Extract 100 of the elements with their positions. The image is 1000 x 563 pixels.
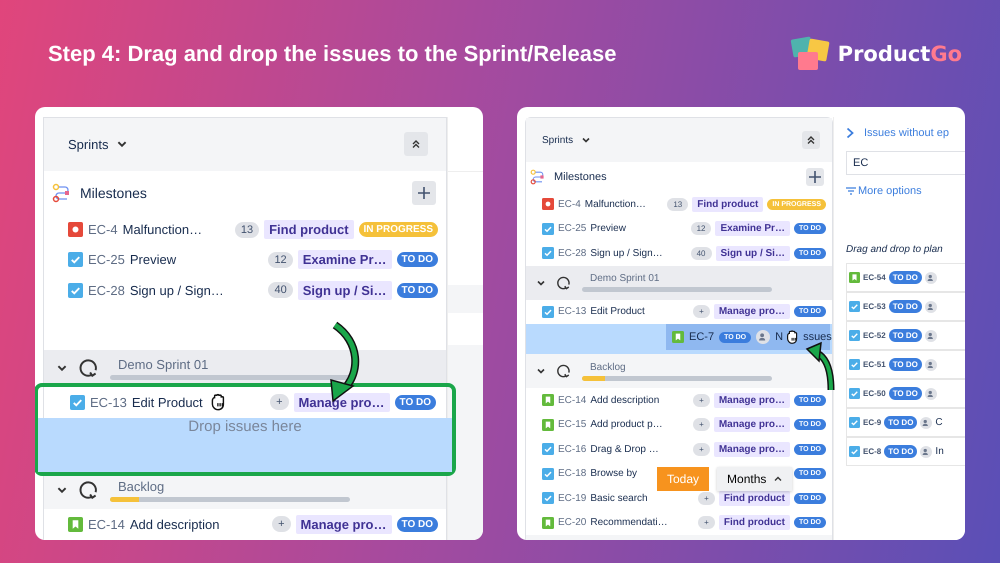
caret-icon (774, 475, 782, 483)
milestones-title: Milestones (80, 184, 148, 201)
issue-key[interactable]: EC-14 (558, 394, 586, 406)
issue-card[interactable]: EC-53 TO DO (846, 292, 965, 321)
issue-title: Add description (590, 394, 660, 406)
count-badge[interactable]: 40 (268, 282, 293, 298)
issue-key: EC-7 (689, 331, 714, 343)
user-icon (924, 272, 937, 284)
status-badge: TO DO (888, 387, 922, 400)
status-badge: TO DO (888, 271, 922, 284)
count-badge[interactable]: 13 (234, 222, 260, 238)
issue-card[interactable]: EC-54 TO DO (846, 263, 965, 292)
zoom-dropdown[interactable]: Months (717, 467, 792, 491)
add-button[interactable]: + (693, 394, 710, 407)
sprints-dropdown[interactable]: Sprints (68, 136, 108, 152)
plus-icon (808, 170, 822, 184)
issue-key[interactable]: EC-16 (558, 444, 586, 455)
bookmark-icon (849, 272, 860, 283)
user-icon (924, 358, 937, 370)
add-button[interactable]: + (270, 394, 289, 410)
checkbox-icon (849, 330, 860, 341)
checkbox-icon (542, 222, 554, 235)
add-button[interactable]: + (693, 442, 710, 456)
issue-key: EC-54 (863, 273, 886, 282)
dropdown-chevron-icon[interactable] (581, 135, 592, 145)
issue-key[interactable]: EC-28 (558, 248, 586, 259)
add-button[interactable]: + (693, 305, 710, 318)
cycle-icon (78, 357, 100, 380)
status-badge: IN PROGRESS (358, 222, 438, 238)
bookmark-icon (542, 516, 554, 529)
user-icon (924, 300, 937, 312)
expand-chevron-icon[interactable] (536, 366, 546, 376)
filter-icon[interactable] (846, 187, 856, 195)
more-options-link[interactable]: More options (858, 185, 922, 197)
count-badge[interactable]: 40 (690, 246, 712, 260)
add-button[interactable]: + (698, 516, 715, 530)
checkbox-icon (542, 247, 554, 260)
issue-card[interactable]: EC-52 TO DO (846, 321, 965, 350)
bug-icon (542, 198, 554, 210)
bug-icon (68, 222, 83, 238)
issue-key[interactable]: EC-15 (558, 419, 586, 430)
add-button[interactable] (806, 168, 824, 186)
issue-key: EC-8 (863, 447, 882, 456)
cycle-icon (556, 363, 572, 379)
search-field[interactable]: EC (846, 151, 965, 175)
issue-card[interactable]: EC-9 TO DO C (846, 408, 965, 437)
add-button[interactable]: + (272, 516, 291, 532)
add-button[interactable]: + (693, 418, 710, 432)
bookmark-icon (542, 418, 554, 431)
status-badge: TO DO (396, 282, 438, 298)
sprints-dropdown[interactable]: Sprints (542, 134, 574, 146)
milestones-icon (52, 182, 72, 203)
issue-key[interactable]: EC-20 (558, 517, 586, 528)
count-badge[interactable]: 12 (268, 252, 293, 268)
epic-tag: Manage pro… (714, 304, 790, 320)
epic-tag: Find product (264, 220, 354, 240)
issue-key[interactable]: EC-4 (558, 198, 581, 210)
checkbox-icon (542, 443, 554, 456)
add-button[interactable] (412, 180, 436, 205)
cycle-icon (78, 479, 100, 502)
issue-key[interactable]: EC-28 (88, 282, 125, 298)
issue-key[interactable]: EC-14 (88, 516, 125, 532)
epic-tag: Manage pro… (714, 417, 790, 432)
drop-hint: Drop issues here (188, 418, 302, 435)
issue-key[interactable]: EC-25 (558, 223, 586, 234)
epic-tag: Manage pro… (296, 514, 392, 534)
issue-key[interactable]: EC-13 (90, 394, 127, 410)
issue-key[interactable]: EC-13 (558, 306, 586, 318)
epic-tag: Find product (718, 490, 790, 506)
issue-title: In (935, 446, 944, 457)
count-badge[interactable]: 12 (690, 222, 712, 236)
issue-card[interactable]: EC-51 TO DO (846, 350, 965, 379)
count-badge[interactable]: 13 (667, 198, 688, 211)
epic-link[interactable]: Issues without ep (864, 127, 949, 139)
issue-title: Edit Product (590, 306, 645, 318)
user-icon (924, 330, 937, 342)
checkbox-icon (542, 492, 554, 504)
checkbox-icon (849, 359, 860, 370)
issue-key[interactable]: EC-25 (88, 252, 125, 268)
status-badge: TO DO (396, 252, 438, 268)
checkbox-icon (68, 252, 83, 268)
status-badge: TO DO (884, 445, 918, 458)
issue-key[interactable]: EC-4 (88, 222, 118, 238)
bookmark-icon (672, 331, 684, 343)
collapse-button[interactable] (802, 131, 820, 149)
issue-title: Drag & Drop … (590, 444, 659, 455)
bookmark-icon (542, 394, 554, 406)
add-button[interactable]: + (698, 492, 715, 505)
double-chevron-icon (411, 139, 421, 150)
issue-key[interactable]: EC-19 (558, 492, 586, 504)
issue-title: Add product p… (590, 419, 663, 430)
checkbox-icon (542, 306, 554, 318)
issue-card[interactable]: EC-8 TO DO In (846, 437, 965, 466)
collapse-button[interactable] (404, 132, 428, 156)
issue-title: ssues (803, 331, 832, 343)
issue-key: EC-51 (863, 360, 886, 369)
epic-tag: Sign up / Si… (298, 280, 392, 300)
status-badge: TO DO (888, 300, 922, 313)
issue-key[interactable]: EC-18 (558, 468, 586, 480)
issue-card[interactable]: EC-50 TO DO (846, 379, 965, 408)
